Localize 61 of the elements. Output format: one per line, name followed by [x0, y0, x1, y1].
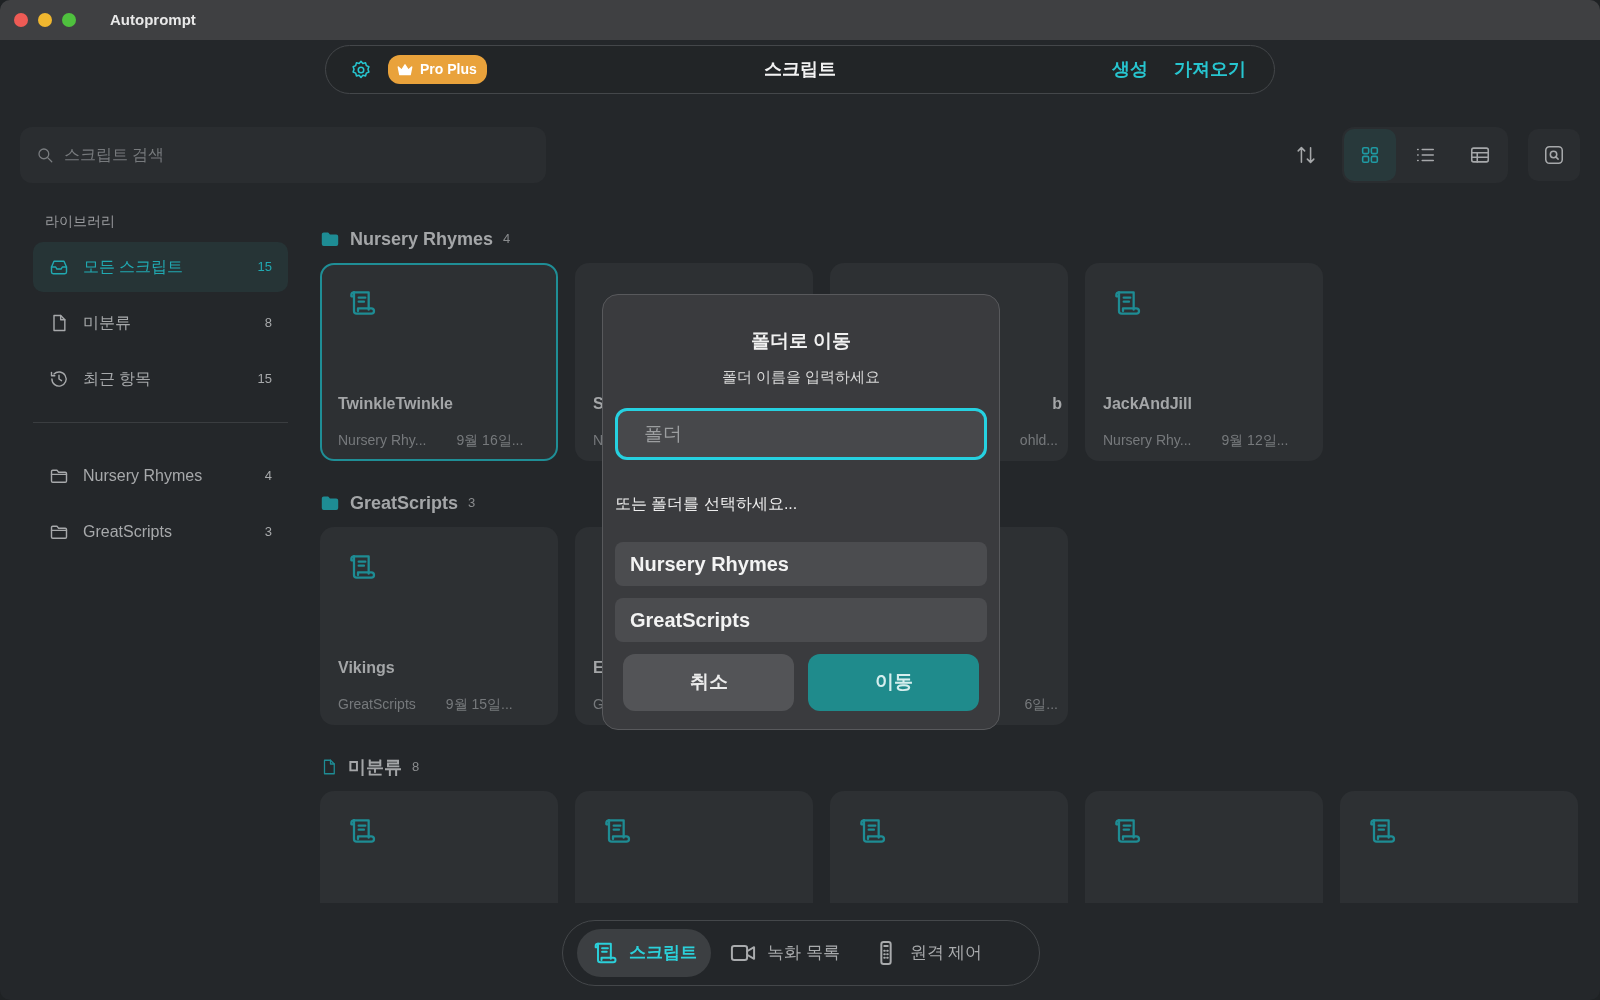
card-folder: ohld... — [1019, 431, 1058, 450]
script-card[interactable]: Vikings GreatScripts 9월 15일... — [320, 527, 558, 725]
card-folder: N — [593, 431, 604, 450]
card-folder: Nursery Rhy... — [1103, 431, 1192, 450]
section-count: 8 — [412, 758, 420, 777]
card-date: 6일... — [1024, 695, 1058, 714]
grid-icon — [1359, 144, 1381, 166]
nav-tab[interactable]: 스크립트 — [577, 929, 711, 977]
section-count: 3 — [468, 494, 476, 513]
dialog-label: 또는 폴더를 선택하세요... — [615, 494, 799, 514]
zoom-button[interactable] — [62, 13, 76, 27]
sidebar-item[interactable]: 최근 항목 15 — [33, 354, 288, 404]
sidebar-item[interactable]: 미분류 8 — [33, 298, 288, 348]
sidebar-item[interactable]: 모든 스크립트 15 — [33, 242, 288, 292]
section-title: Nursery Rhymes — [350, 227, 494, 251]
find-button[interactable] — [1528, 129, 1580, 181]
script-card[interactable]: TwinkleTwinkle Nursery Rhy... 9월 16일... — [320, 263, 558, 461]
search-icon — [36, 146, 54, 164]
card-folder: GreatScripts — [338, 695, 416, 714]
folder-option[interactable]: GreatScripts — [615, 598, 987, 642]
card-date: 9월 16일... — [456, 431, 524, 450]
nav-tab[interactable]: 녹화 목록 — [715, 929, 854, 977]
nav-tab[interactable]: 원격 제어 — [857, 929, 997, 977]
search-icon — [1543, 144, 1565, 166]
view-toggle[interactable] — [1344, 129, 1396, 181]
tray-icon — [49, 257, 69, 277]
script-card[interactable]: JackAndJill Nursery Rhy... 9월 12일... — [1085, 263, 1323, 461]
page-title: 스크립트 — [764, 59, 836, 79]
section-count: 4 — [503, 230, 511, 249]
sort-icon — [1295, 144, 1317, 166]
window-title: Autoprompt — [110, 9, 196, 30]
minimize-button[interactable] — [38, 13, 52, 27]
section-heading: 라이브러리 — [45, 212, 116, 231]
sidebar-item[interactable]: GreatScripts 3 — [33, 507, 288, 557]
section-title: GreatScripts — [350, 491, 459, 515]
dialog-subtitle: 폴더 이름을 입력하세요 — [720, 366, 882, 387]
cancel-button[interactable]: 취소 — [623, 654, 794, 711]
plan-badge: Pro Plus — [388, 55, 487, 84]
folder-name-field[interactable]: 폴더 — [615, 408, 987, 460]
folder-icon — [49, 466, 69, 486]
folder-option[interactable]: Nursery Rhymes — [615, 542, 987, 586]
folder-icon — [320, 229, 340, 249]
card-title: JackAndJill — [1103, 394, 1192, 414]
folder-icon — [320, 493, 340, 513]
card-folder: Nursery Rhy... — [338, 431, 427, 450]
close-button[interactable] — [14, 13, 28, 27]
sidebar-item[interactable]: Nursery Rhymes 4 — [33, 451, 288, 501]
card-date: 9월 12일... — [1221, 431, 1289, 450]
header-link[interactable]: 생성 — [1112, 56, 1148, 83]
card-title: b — [1052, 394, 1062, 414]
folder-icon — [49, 522, 69, 542]
section-title: 미분류 — [348, 755, 402, 779]
table-icon — [1469, 144, 1491, 166]
header-link[interactable]: 가져오기 — [1174, 56, 1246, 83]
search-field[interactable]: 스크립트 검색 — [20, 127, 546, 183]
card-date: 9월 15일... — [445, 695, 513, 714]
move-button[interactable]: 이동 — [808, 654, 979, 711]
card-title: Vikings — [338, 658, 395, 678]
card-title: TwinkleTwinkle — [338, 394, 453, 414]
dialog-title: 폴더로 이동 — [749, 329, 853, 353]
history-icon — [49, 369, 69, 389]
